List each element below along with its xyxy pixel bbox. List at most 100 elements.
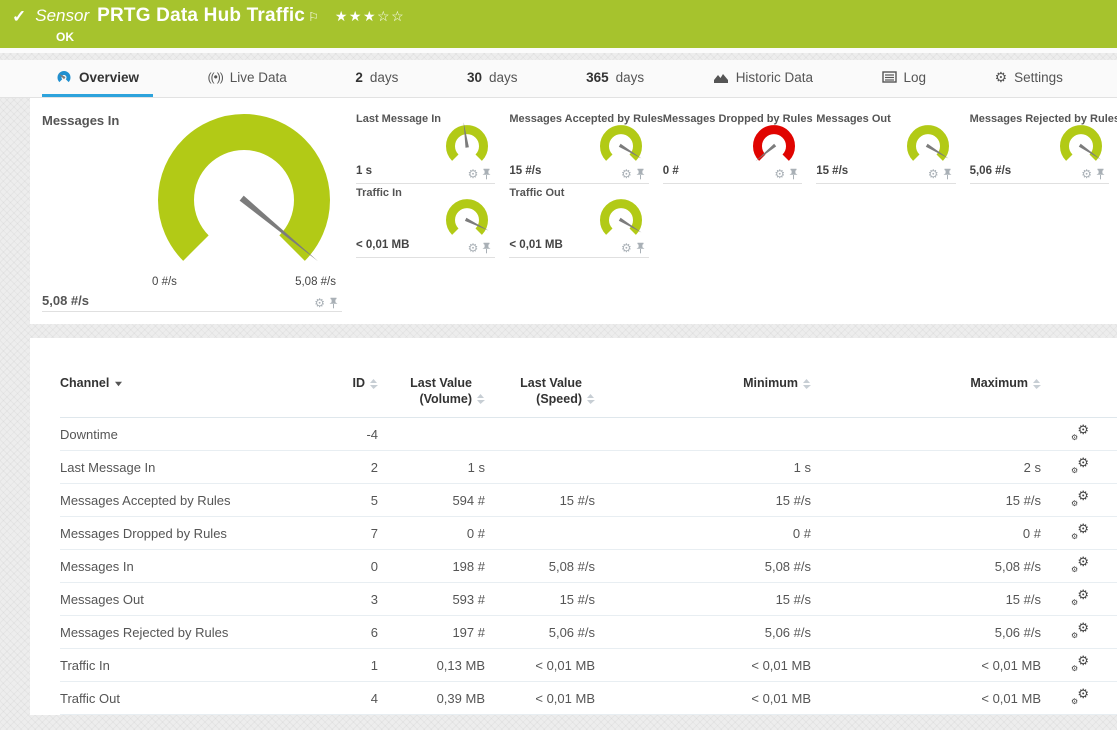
channel-settings-gears-icon[interactable]: ⚙⚙	[1071, 622, 1089, 639]
priority-star-5[interactable]: ☆	[391, 8, 405, 24]
gauge-pin-icon[interactable]	[329, 297, 338, 309]
channels-table: Channel IDLast Value (Volume) Last Value (…	[60, 372, 1117, 715]
tab-label: days	[370, 70, 399, 85]
gauge-value: 5,08 #/s	[42, 293, 89, 308]
cell-minimum: 5,08 #/s	[595, 550, 811, 583]
cell-channel: Last Message In	[60, 451, 313, 484]
gauge-gear-icon[interactable]: ⚙	[1081, 168, 1092, 180]
gauge-value: 15 #/s	[816, 165, 848, 177]
priority-star-2[interactable]: ★	[349, 8, 363, 24]
primary-gauge-messages-in: Messages In 0 #/s 5,08 #/s 5,08 #/s ⚙	[42, 108, 342, 312]
gauge-gear-icon[interactable]: ⚙	[468, 242, 479, 254]
channel-settings-gears-icon[interactable]: ⚙⚙	[1071, 655, 1089, 672]
gauge-actions: ⚙	[621, 168, 645, 180]
tab-30-days[interactable]: 30days	[453, 60, 532, 97]
cell-minimum: 15 #/s	[595, 583, 811, 616]
sensor-title: PRTG Data Hub Traffic	[97, 5, 305, 27]
channel-settings-gears-icon[interactable]: ⚙⚙	[1071, 556, 1089, 573]
channel-row-last-message-in: Last Message In21 s1 s2 s⚙⚙	[60, 451, 1117, 484]
priority-star-1[interactable]: ★	[335, 8, 349, 24]
gauge-pin-icon[interactable]	[482, 168, 491, 180]
column-label: Maximum	[970, 376, 1028, 392]
channel-settings-gears-icon[interactable]: ⚙⚙	[1071, 523, 1089, 540]
gauge-title: Traffic In	[356, 187, 402, 199]
tab-365-days[interactable]: 365days	[572, 60, 658, 97]
channel-row-traffic-in: Traffic In10,13 MB< 0,01 MB< 0,01 MB< 0,…	[60, 649, 1117, 682]
priority-stars[interactable]: ★★★☆☆	[335, 8, 405, 25]
column-header-speed[interactable]: Last Value (Speed)	[485, 372, 595, 418]
tab-settings[interactable]: ⚙Settings	[981, 60, 1077, 97]
cell-last-value-speed: 15 #/s	[485, 583, 595, 616]
flag-icon[interactable]: ⚐	[308, 10, 319, 24]
gauge-dial	[144, 114, 344, 285]
column-header-max[interactable]: Maximum	[811, 372, 1041, 418]
gauge-gear-icon[interactable]: ⚙	[468, 168, 479, 180]
gauge-title: Messages Out	[816, 113, 891, 125]
cell-maximum: 15 #/s	[811, 583, 1041, 616]
cell-maximum: 15 #/s	[811, 484, 1041, 517]
cell-channel: Traffic Out	[60, 682, 313, 715]
channel-row-messages-rejected-by-rules: Messages Rejected by Rules6197 #5,06 #/s…	[60, 616, 1117, 649]
cell-minimum: 5,06 #/s	[595, 616, 811, 649]
cell-last-value-volume: 0,39 MB	[378, 682, 485, 715]
gauge-pin-icon[interactable]	[636, 242, 645, 254]
channel-settings-gears-icon[interactable]: ⚙⚙	[1071, 424, 1089, 441]
gauge-pin-icon[interactable]	[1096, 168, 1105, 180]
gauge-gear-icon[interactable]: ⚙	[928, 168, 939, 180]
cell-id: 4	[313, 682, 378, 715]
column-header-channel[interactable]: Channel	[60, 372, 313, 418]
cell-id: 7	[313, 517, 378, 550]
cell-last-value-speed: < 0,01 MB	[485, 682, 595, 715]
gauge-pin-icon[interactable]	[636, 168, 645, 180]
gauge-pin-icon[interactable]	[482, 242, 491, 254]
gauge-traffic-out: Traffic Out< 0,01 MB⚙	[509, 184, 648, 258]
column-label: Last Value (Speed)	[520, 376, 582, 407]
channel-row-messages-accepted-by-rules: Messages Accepted by Rules5594 #15 #/s15…	[60, 484, 1117, 517]
gauge-messages-dropped-by-rules: Messages Dropped by Rules0 #⚙	[663, 110, 802, 184]
cell-channel: Messages Dropped by Rules	[60, 517, 313, 550]
tab-2-days[interactable]: 2days	[341, 60, 412, 97]
channel-settings-gears-icon[interactable]: ⚙⚙	[1071, 457, 1089, 474]
cell-id: -4	[313, 418, 378, 451]
gauge-pin-icon[interactable]	[943, 168, 952, 180]
gauge-traffic-in: Traffic In< 0,01 MB⚙	[356, 184, 495, 258]
channel-settings-gears-icon[interactable]: ⚙⚙	[1071, 688, 1089, 705]
column-label: Channel	[60, 376, 109, 392]
channel-settings-gears-icon[interactable]: ⚙⚙	[1071, 589, 1089, 606]
channel-row-messages-dropped-by-rules: Messages Dropped by Rules70 #0 #0 #⚙⚙	[60, 517, 1117, 550]
gauge-gear-icon[interactable]: ⚙	[621, 168, 632, 180]
log-icon	[882, 71, 897, 83]
column-header-min[interactable]: Minimum	[595, 372, 811, 418]
gauge-value: 5,06 #/s	[970, 165, 1012, 177]
cell-channel: Messages Rejected by Rules	[60, 616, 313, 649]
tab-log[interactable]: Log	[868, 60, 941, 97]
gauge-gear-icon[interactable]: ⚙	[621, 242, 632, 254]
gauge-value: < 0,01 MB	[509, 239, 562, 251]
cell-last-value-volume: 1 s	[378, 451, 485, 484]
tab-bar: Overview((•))Live Data2days30days365days…	[0, 60, 1117, 98]
tab-prefix: 30	[467, 70, 482, 85]
cell-last-value-volume: 198 #	[378, 550, 485, 583]
tab-live-data[interactable]: ((•))Live Data	[194, 60, 301, 97]
cell-last-value-volume: 593 #	[378, 583, 485, 616]
gauge-value: 0 #	[663, 165, 679, 177]
gauge-gear-icon[interactable]: ⚙	[774, 168, 785, 180]
cell-maximum: < 0,01 MB	[811, 649, 1041, 682]
gauge-value: 1 s	[356, 165, 372, 177]
channel-row-messages-in: Messages In0198 #5,08 #/s5,08 #/s5,08 #/…	[60, 550, 1117, 583]
cell-last-value-speed: 5,08 #/s	[485, 550, 595, 583]
gauge-scale-min: 0 #/s	[152, 276, 177, 288]
column-header-id[interactable]: ID	[313, 372, 378, 418]
gauge-pin-icon[interactable]	[789, 168, 798, 180]
priority-star-3[interactable]: ★	[363, 8, 377, 24]
cell-maximum: 5,08 #/s	[811, 550, 1041, 583]
gauge-messages-rejected-by-rules: Messages Rejected by Rules5,06 #/s⚙	[970, 110, 1109, 184]
column-header-volume[interactable]: Last Value (Volume)	[378, 372, 485, 418]
cell-maximum: 2 s	[811, 451, 1041, 484]
tab-overview[interactable]: Overview	[42, 60, 153, 97]
tab-historic-data[interactable]: Historic Data	[699, 60, 827, 97]
channel-settings-gears-icon[interactable]: ⚙⚙	[1071, 490, 1089, 507]
gauge-gear-icon[interactable]: ⚙	[314, 297, 325, 309]
priority-star-4[interactable]: ☆	[377, 8, 391, 24]
gauge-actions: ⚙	[314, 297, 338, 309]
